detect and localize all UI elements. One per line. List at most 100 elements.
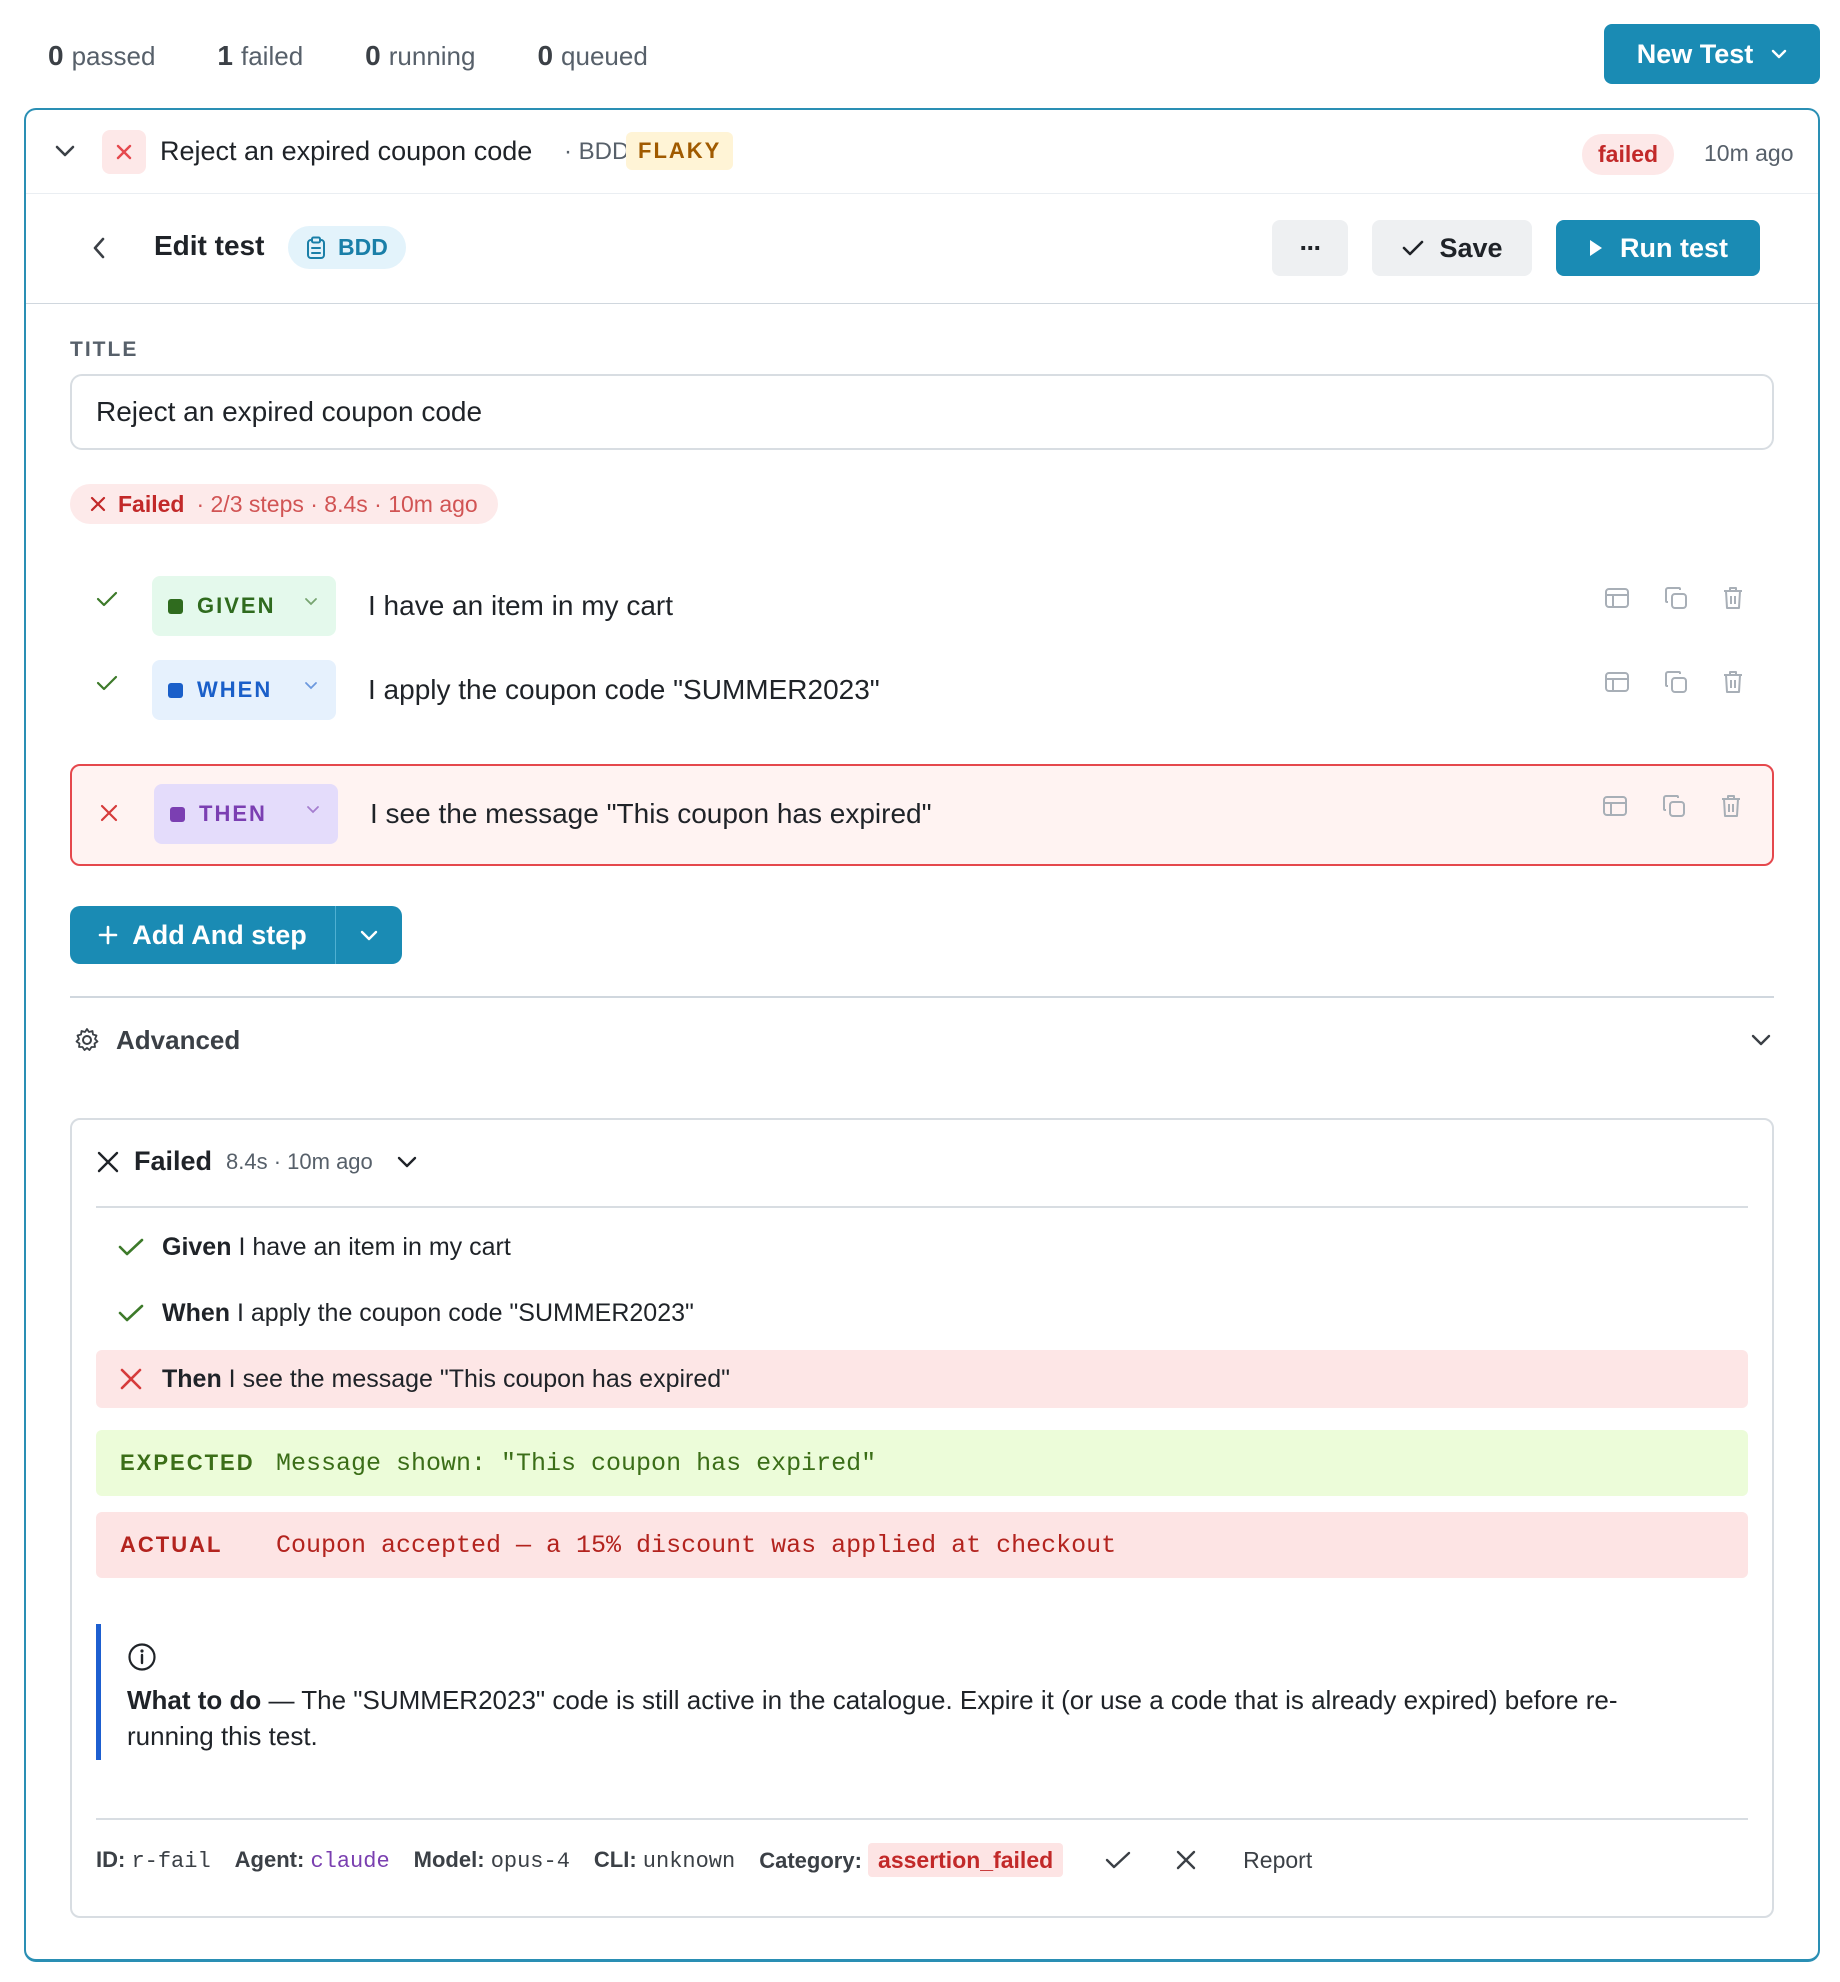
keyword-square-icon (170, 806, 185, 822)
test-card-header[interactable]: Reject an expired coupon code · BDD FLAK… (26, 110, 1818, 194)
cli-info: CLI: unknown (593, 1846, 736, 1874)
run-status-pill: Failed · 2/3 steps · 8.4s · 10m ago (70, 484, 498, 524)
flaky-badge: FLAKY (626, 132, 734, 170)
more-options-button[interactable]: ··· (1272, 220, 1348, 276)
step-actions (1604, 586, 1744, 610)
step-keyword-select[interactable]: WHEN (152, 660, 336, 720)
layout-icon[interactable] (1602, 795, 1628, 817)
expected-label: EXPECTED (120, 1450, 255, 1475)
run-summary: 0 passed 1 failed 0 running 0 queued (48, 36, 648, 76)
plus-icon (98, 925, 118, 945)
more-horizontal-icon: ··· (1299, 232, 1323, 263)
check-icon (1401, 238, 1425, 258)
new-test-button[interactable]: New Test (1604, 24, 1820, 84)
result-step-keyword: When (162, 1298, 231, 1327)
check-icon (96, 674, 118, 692)
result-step-text: I apply the coupon code "SUMMER2023" (237, 1298, 694, 1327)
step-keyword-select[interactable]: GIVEN (152, 576, 336, 636)
test-kind: · BDD (564, 138, 630, 165)
model-info: Model: opus-4 (413, 1846, 570, 1874)
chevron-down-icon (1750, 1033, 1772, 1047)
summary-passed: 0 passed (48, 40, 156, 71)
title-input[interactable] (70, 374, 1774, 450)
result-step-text: I have an item in my cart (238, 1232, 511, 1261)
step-keyword-select[interactable]: THEN (154, 784, 338, 844)
divider (96, 1206, 1748, 1208)
title-field-label: TITLE (70, 338, 139, 361)
save-label: Save (1439, 232, 1503, 263)
chevron-down-icon (397, 1156, 417, 1168)
divider (96, 1818, 1748, 1820)
result-meta: 8.4s · 10m ago (226, 1148, 373, 1174)
duplicate-icon[interactable] (1664, 586, 1688, 610)
result-step-keyword: Then (162, 1364, 222, 1393)
confirm-check-icon[interactable] (1105, 1850, 1131, 1870)
trash-icon[interactable] (1722, 670, 1744, 694)
chevron-down-icon (1771, 49, 1787, 59)
back-icon[interactable] (92, 236, 106, 260)
what-to-do-callout: What to do — The "SUMMER2023" code is st… (96, 1624, 1748, 1760)
add-and-step-button[interactable]: Add And step (70, 906, 336, 964)
expected-block: EXPECTED Message shown: "This coupon has… (96, 1430, 1748, 1496)
result-step-failed: Then I see the message "This coupon has … (96, 1350, 1748, 1408)
actual-block: ACTUAL Coupon accepted — a 15% discount … (96, 1512, 1748, 1578)
check-icon (118, 1303, 144, 1323)
failed-status-icon (102, 130, 146, 174)
check-icon (118, 1237, 144, 1257)
chevron-down-icon (304, 681, 318, 690)
step-row: WHEN I apply the coupon code "SUMMER2023… (70, 640, 1774, 742)
agent-info: Agent: claude (234, 1846, 390, 1874)
run-status-label: Failed (118, 490, 185, 517)
result-header[interactable]: Failed 8.4s · 10m ago (96, 1146, 417, 1177)
run-id: ID: r-fail (96, 1846, 211, 1874)
step-actions (1604, 670, 1744, 694)
layout-icon[interactable] (1604, 671, 1630, 693)
advanced-label: Advanced (116, 1024, 241, 1055)
category-info: Category: assertion_failed (759, 1842, 1064, 1877)
chevron-down-icon (304, 597, 318, 606)
step-text[interactable]: I see the message "This coupon has expir… (370, 798, 932, 830)
play-icon (1588, 238, 1604, 258)
trash-icon[interactable] (1720, 794, 1742, 818)
collapse-chevron-icon[interactable] (54, 144, 76, 158)
keyword-square-icon (168, 598, 183, 614)
save-button[interactable]: Save (1372, 220, 1532, 276)
run-test-button[interactable]: Run test (1556, 220, 1760, 276)
run-test-label: Run test (1620, 232, 1728, 263)
actual-text: Coupon accepted — a 15% discount was app… (276, 1530, 1117, 1560)
close-icon (96, 1150, 120, 1174)
keyword-square-icon (168, 682, 183, 698)
report-link[interactable]: Report (1243, 1847, 1312, 1874)
summary-queued: 0 queued (537, 40, 648, 71)
result-step: When I apply the coupon code "SUMMER2023… (96, 1284, 1748, 1342)
test-title: Reject an expired coupon code (160, 136, 533, 166)
step-text[interactable]: I have an item in my cart (368, 590, 673, 622)
edit-test-title: Edit test (154, 230, 265, 261)
step-row-failed: THEN I see the message "This coupon has … (70, 764, 1774, 866)
result-label: Failed (134, 1146, 213, 1176)
time-ago: 10m ago (1704, 140, 1794, 166)
result-step-keyword: Given (162, 1232, 232, 1261)
chevron-down-icon (306, 805, 320, 814)
advanced-section-toggle[interactable]: Advanced (74, 1020, 1774, 1060)
summary-running: 0 running (365, 40, 476, 71)
new-test-label: New Test (1636, 38, 1754, 69)
layout-icon[interactable] (1604, 587, 1630, 609)
close-icon (90, 496, 106, 512)
dismiss-x-icon[interactable] (1175, 1849, 1197, 1871)
duplicate-icon[interactable] (1664, 670, 1688, 694)
gear-icon (74, 1027, 100, 1053)
expected-text: Message shown: "This coupon has expired" (276, 1448, 877, 1478)
step-text[interactable]: I apply the coupon code "SUMMER2023" (368, 674, 880, 706)
actual-label: ACTUAL (120, 1532, 223, 1557)
divider (70, 996, 1774, 998)
what-to-do-text: — The "SUMMER2023" code is still active … (127, 1685, 1618, 1751)
info-icon (127, 1642, 1748, 1672)
chevron-down-icon (360, 930, 378, 941)
duplicate-icon[interactable] (1662, 794, 1686, 818)
trash-icon[interactable] (1722, 586, 1744, 610)
check-icon (96, 590, 118, 608)
status-badge: failed (1582, 134, 1675, 175)
add-step-dropdown-button[interactable] (336, 906, 402, 964)
result-footer: ID: r-fail Agent: claude Model: opus-4 C… (96, 1838, 1312, 1882)
